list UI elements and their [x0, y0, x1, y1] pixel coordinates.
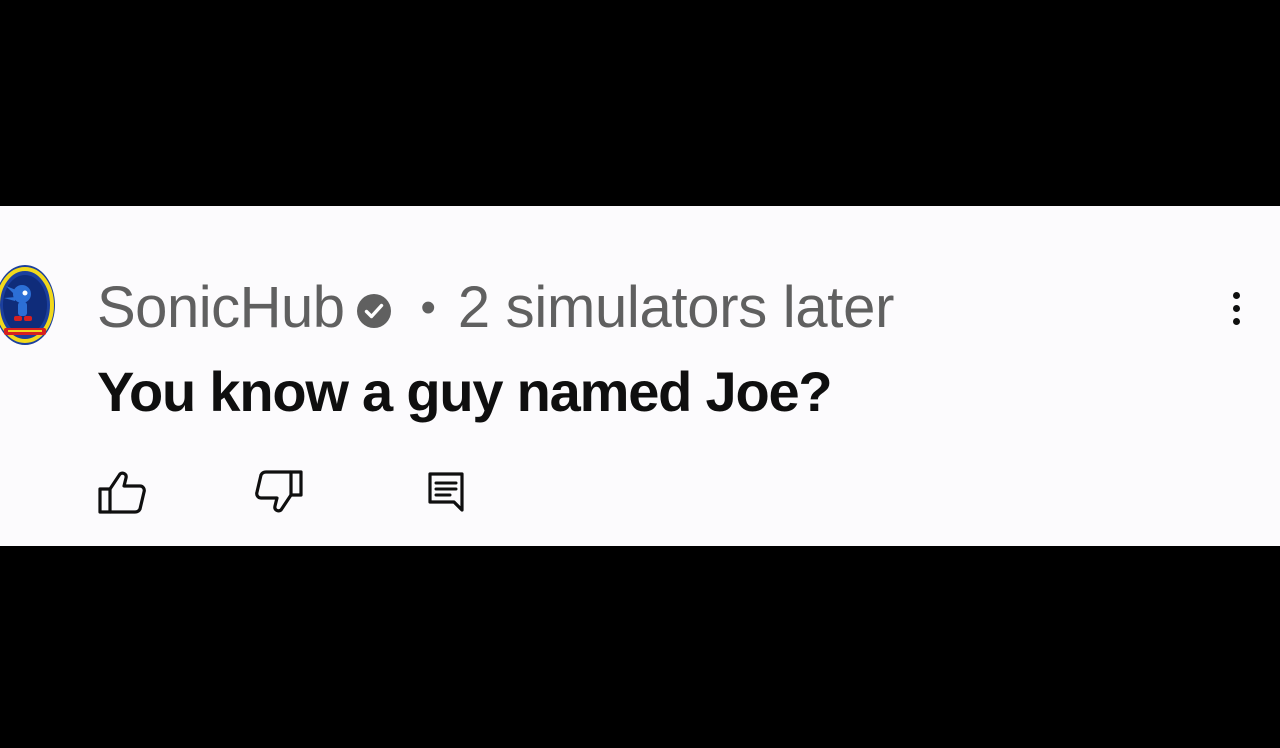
- avatar[interactable]: [0, 264, 56, 346]
- dislike-button[interactable]: [251, 464, 307, 520]
- reply-button[interactable]: [418, 464, 474, 520]
- more-options-button[interactable]: [1216, 284, 1256, 332]
- comment-text: You know a guy named Joe?: [97, 360, 833, 423]
- reply-comment-icon: [428, 472, 464, 512]
- thumbs-down-icon: [255, 470, 303, 513]
- video-frame: SonicHub • 2 simulators later You know a…: [0, 0, 1280, 748]
- more-vertical-icon-dot: [1232, 304, 1240, 312]
- more-vertical-icon-dot: [1232, 317, 1240, 325]
- comment-timestamp[interactable]: 2 simulators later: [458, 276, 895, 340]
- thumbs-up-icon: [98, 471, 146, 514]
- comment-card: SonicHub • 2 simulators later You know a…: [0, 206, 1280, 546]
- more-vertical-icon: [1232, 291, 1240, 299]
- channel-name[interactable]: SonicHub: [97, 276, 345, 340]
- comment-header: SonicHub • 2 simulators later: [97, 276, 894, 340]
- like-button[interactable]: [94, 464, 150, 520]
- meta-separator: •: [420, 283, 436, 332]
- sonic-avatar-icon: [0, 265, 55, 345]
- verified-check-icon: [356, 293, 392, 329]
